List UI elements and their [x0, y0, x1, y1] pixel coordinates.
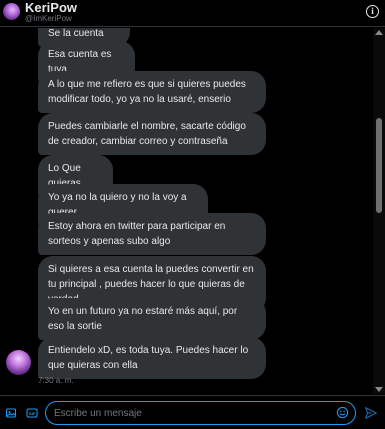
- message-bubble: Puedes cambiarle el nombre, sacarte códi…: [38, 113, 266, 155]
- message-input-box[interactable]: [45, 401, 356, 425]
- image-icon[interactable]: [5, 407, 17, 419]
- message-input[interactable]: [54, 405, 324, 421]
- message-composer: GIF: [0, 395, 385, 429]
- conversation-handle: @ImKeriPow: [25, 14, 72, 23]
- message-timestamp: 7:30 a. m.: [38, 376, 74, 385]
- message-bubble: Entiendelo xD, es toda tuya. Puedes hace…: [38, 337, 266, 379]
- info-icon[interactable]: i: [366, 5, 379, 18]
- header-avatar[interactable]: [3, 3, 20, 20]
- conversation-header: KeriPow @ImKeriPow i: [0, 0, 385, 27]
- thread-scrollbar[interactable]: [373, 28, 385, 394]
- message-bubble: Estoy ahora en twitter para participar e…: [38, 213, 266, 255]
- scroll-up-icon[interactable]: [375, 30, 383, 35]
- emoji-icon[interactable]: [336, 406, 349, 419]
- gif-icon[interactable]: GIF: [26, 407, 38, 419]
- message-bubble: Yo en un futuro ya no estaré más aquí, p…: [38, 298, 266, 340]
- send-icon[interactable]: [364, 406, 378, 420]
- scrollbar-thumb[interactable]: [376, 118, 382, 213]
- svg-text:GIF: GIF: [29, 411, 36, 416]
- sender-avatar[interactable]: [6, 350, 31, 375]
- message-bubble: A lo que me refiero es que si quieres pu…: [38, 71, 266, 113]
- conversation-name[interactable]: KeriPow: [25, 0, 77, 15]
- message-thread: Se la cuenta Esa cuenta es tuya A lo que…: [0, 28, 372, 394]
- scroll-down-icon[interactable]: [375, 387, 383, 392]
